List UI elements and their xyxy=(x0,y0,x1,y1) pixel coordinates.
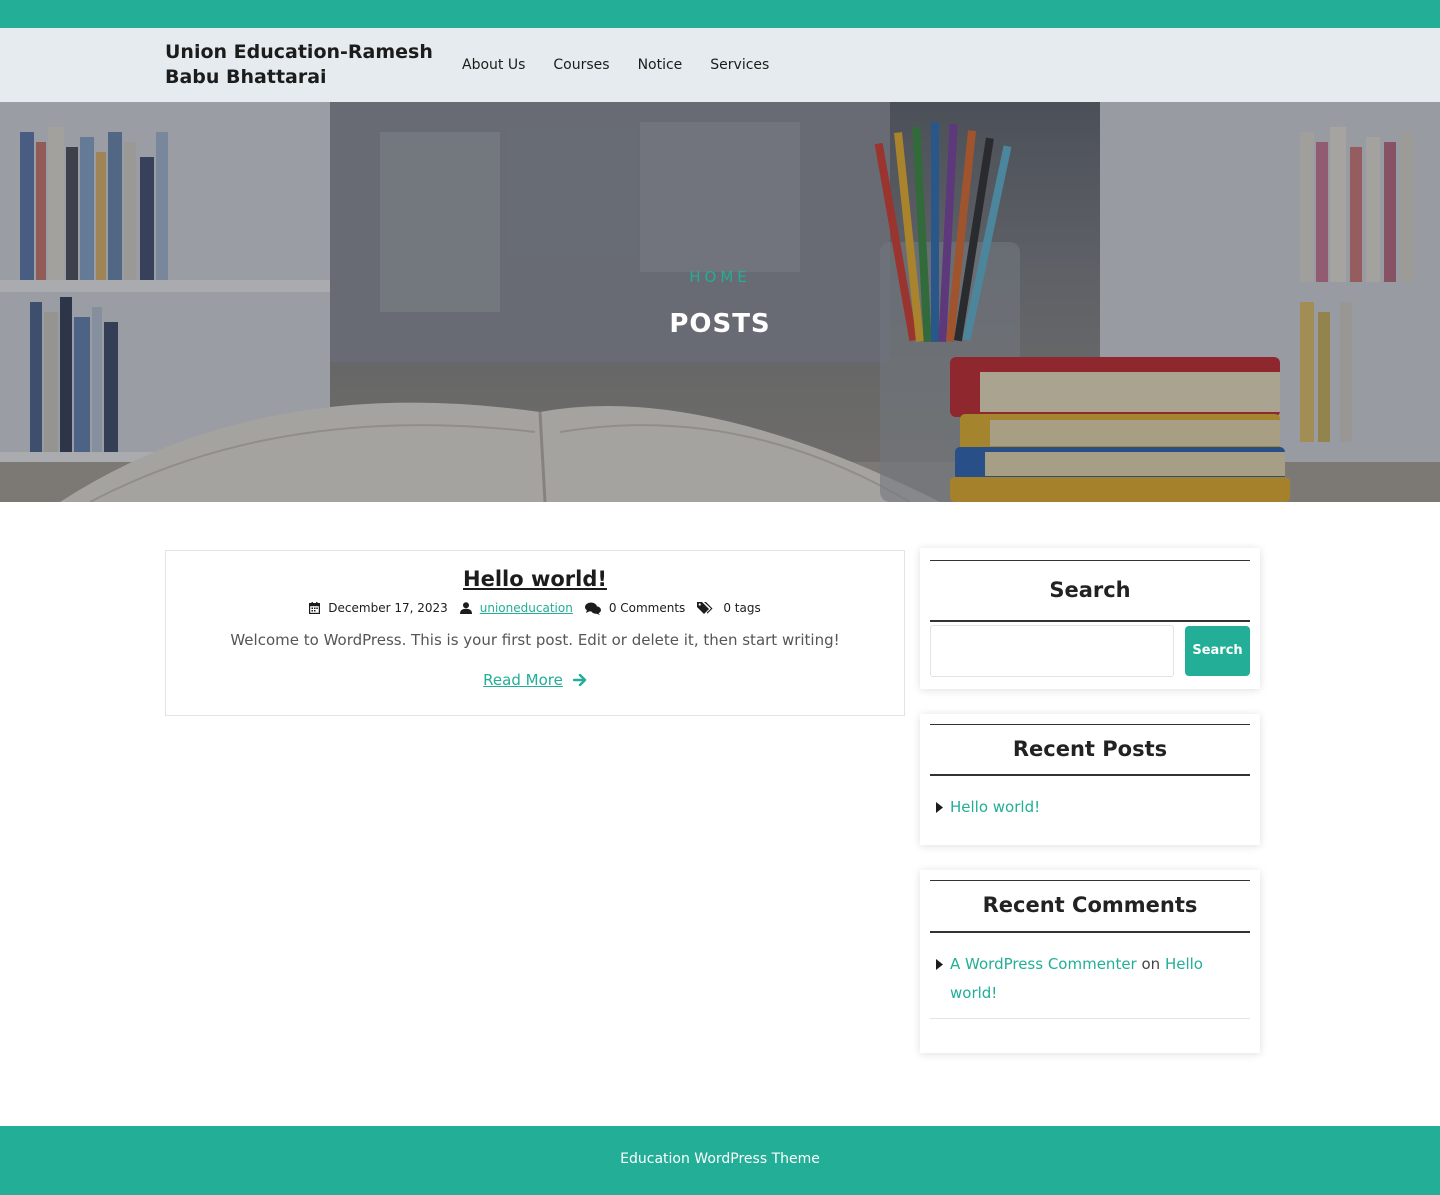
page-title: POSTS xyxy=(669,309,771,339)
recent-posts-list: Hello world! xyxy=(936,793,1250,822)
recent-comments-list: A WordPress Commenter on Hello world! xyxy=(936,950,1250,1008)
list-item: Hello world! xyxy=(936,793,1250,822)
post-date-text: December 17, 2023 xyxy=(328,601,448,615)
calendar-icon xyxy=(309,602,321,614)
read-more-link[interactable]: Read More xyxy=(166,671,904,689)
recent-comments-title: Recent Comments xyxy=(930,880,1250,933)
nav-item-services[interactable]: Services xyxy=(710,56,769,74)
site-title[interactable]: Union Education-Ramesh Babu Bhattarai xyxy=(165,40,435,90)
hero-overlay xyxy=(0,102,1440,502)
post-date: December 17, 2023 xyxy=(309,601,448,615)
comments-icon xyxy=(584,602,601,615)
post-comments-text: 0 Comments xyxy=(608,601,686,615)
post-excerpt: Welcome to WordPress. This is your first… xyxy=(230,631,840,649)
list-divider xyxy=(930,1018,1250,1019)
caret-right-icon xyxy=(936,959,943,970)
comment-post-link[interactable]: Hello xyxy=(1165,955,1203,973)
search-widget-title: Search xyxy=(930,560,1250,622)
read-more-label: Read More xyxy=(483,671,563,689)
comment-on-text: on xyxy=(1141,955,1161,973)
post-author: unioneducation xyxy=(459,601,573,615)
recent-comments-widget: Recent Comments A WordPress Commenter on… xyxy=(920,870,1260,1053)
search-widget: Search Search xyxy=(920,548,1260,689)
post-comments: 0 Comments xyxy=(584,601,686,615)
site-footer: Education WordPress Theme xyxy=(0,1126,1440,1195)
caret-right-icon xyxy=(936,802,943,813)
nav-item-about-us[interactable]: About Us xyxy=(462,56,525,74)
user-icon xyxy=(459,602,472,614)
list-item: A WordPress Commenter on Hello world! xyxy=(936,950,1250,1008)
post-author-link[interactable]: unioneducation xyxy=(480,601,573,615)
search-input[interactable] xyxy=(930,625,1174,677)
post-title-link[interactable]: Hello world! xyxy=(166,567,904,591)
recent-posts-title: Recent Posts xyxy=(930,724,1250,776)
main-nav: About Us Courses Notice Services xyxy=(462,56,797,74)
comment-author-link[interactable]: A WordPress Commenter xyxy=(950,955,1137,973)
site-header: Union Education-Ramesh Babu Bhattarai Ab… xyxy=(0,28,1440,102)
nav-item-courses[interactable]: Courses xyxy=(553,56,609,74)
breadcrumb-home[interactable]: HOME xyxy=(0,268,1440,286)
hero-banner: HOME POSTS xyxy=(0,102,1440,502)
top-accent-bar xyxy=(0,0,1440,28)
tags-icon xyxy=(697,602,713,614)
nav-item-notice[interactable]: Notice xyxy=(638,56,683,74)
post-tags-text: 0 tags xyxy=(723,601,761,615)
post-tags: 0 tags xyxy=(697,601,761,615)
recent-post-link[interactable]: Hello world! xyxy=(950,798,1040,816)
post-card: Hello world! December 17, 2023 unioneduc… xyxy=(165,550,905,716)
comment-post-link-cont[interactable]: world! xyxy=(950,984,997,1002)
search-button[interactable]: Search xyxy=(1185,626,1250,676)
post-meta: December 17, 2023 unioneducation 0 Comme… xyxy=(166,601,904,615)
footer-credit-link[interactable]: Education WordPress Theme xyxy=(0,1151,1440,1167)
recent-posts-widget: Recent Posts Hello world! xyxy=(920,714,1260,845)
arrow-right-icon xyxy=(572,673,587,687)
